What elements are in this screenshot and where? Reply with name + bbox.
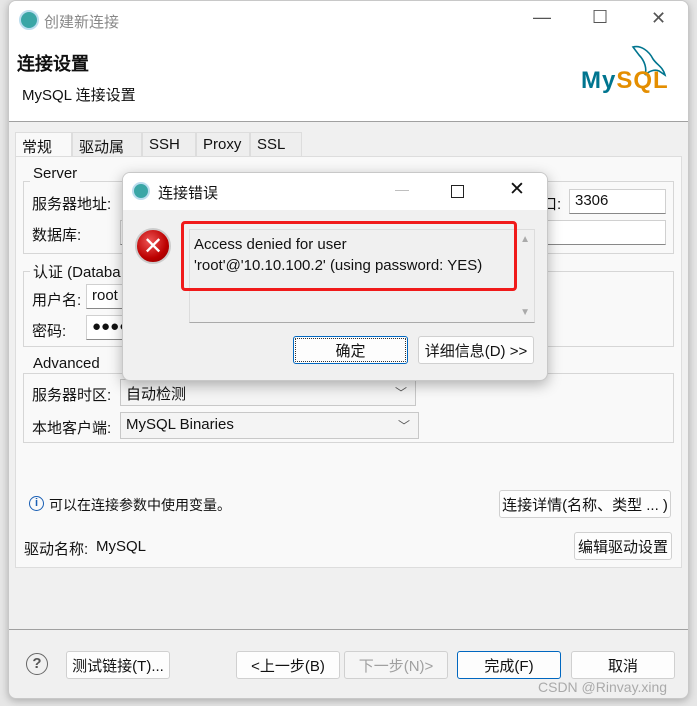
close-button[interactable]: ✕ — [509, 178, 525, 201]
info-icon: i — [29, 496, 44, 511]
page-subtitle: MySQL 连接设置 — [22, 87, 136, 104]
local-client-label: 本地客户端: — [32, 420, 112, 437]
app-icon — [19, 10, 39, 30]
scroll-up-icon[interactable]: ▲ — [520, 234, 530, 245]
scroll-down-icon[interactable]: ▼ — [520, 307, 530, 318]
local-client-select[interactable]: MySQL Binaries ﹀ — [120, 412, 419, 439]
local-client-value: MySQL Binaries — [126, 416, 234, 433]
tab-ssh[interactable]: SSH — [142, 132, 196, 157]
highlight-box — [181, 221, 517, 291]
tab-proxy[interactable]: Proxy — [196, 132, 250, 157]
driver-name-value: MySQL — [96, 538, 147, 555]
maximize-button[interactable] — [451, 185, 464, 198]
title-bar: 创建新连接 — ☐ ✕ — [9, 1, 688, 39]
database-label: 数据库: — [32, 227, 82, 244]
server-group-label: Server — [30, 165, 81, 182]
driver-name-label: 驱动名称: — [24, 541, 89, 558]
tab-ssl[interactable]: SSL — [250, 132, 302, 157]
auth-group-label: 认证 (Databa — [30, 261, 124, 282]
chevron-down-icon: ﹀ — [397, 419, 410, 433]
username-label: 用户名: — [32, 292, 82, 309]
details-button[interactable]: 详细信息(D) >> — [418, 336, 534, 364]
test-connection-button[interactable]: 测试链接(T)... — [66, 651, 170, 679]
chevron-down-icon: ﹀ — [394, 386, 407, 400]
password-label: 密码: — [32, 323, 67, 340]
finish-button[interactable]: 完成(F) — [457, 651, 561, 679]
timezone-value: 自动检测 — [126, 386, 187, 403]
page-title: 连接设置 — [17, 54, 89, 74]
timezone-label: 服务器时区: — [32, 387, 112, 404]
tab-driver-properties[interactable]: 驱动属性 — [72, 132, 142, 177]
next-button[interactable]: 下一步(N)> — [344, 651, 448, 679]
dialog-title-bar: 连接错误 — ✕ — [123, 173, 547, 210]
info-text: 可以在连接参数中使用变量。 — [49, 497, 231, 513]
edit-driver-button[interactable]: 编辑驱动设置 — [574, 532, 672, 560]
port-input[interactable]: 3306 — [569, 189, 666, 214]
minimize-button[interactable]: — — [533, 7, 551, 28]
minimize-button[interactable]: — — [395, 181, 409, 197]
error-icon: ✕ — [135, 228, 171, 264]
dialog-title: 连接错误 — [158, 185, 219, 202]
ok-button[interactable]: 确定 — [293, 336, 408, 364]
mysql-logo: MySQL — [581, 67, 669, 94]
maximize-button[interactable]: ☐ — [592, 7, 608, 28]
connection-error-dialog: 连接错误 — ✕ ✕ Access denied for user 'root'… — [122, 172, 548, 381]
advanced-group-label: Advanced — [30, 355, 103, 372]
footer-divider — [9, 629, 688, 630]
watermark: CSDN @Rinvay.xing — [538, 679, 668, 695]
host-label: 服务器地址: — [32, 196, 112, 213]
connection-details-button[interactable]: 连接详情(名称、类型 ... ) — [499, 490, 671, 518]
help-icon[interactable]: ? — [26, 653, 48, 675]
window-title: 创建新连接 — [44, 14, 120, 31]
timezone-select[interactable]: 自动检测 ﹀ — [120, 379, 416, 406]
cancel-button[interactable]: 取消 — [571, 651, 675, 679]
header: 连接设置 MySQL 连接设置 MySQL — [9, 39, 688, 122]
tab-general[interactable]: 常规 — [15, 132, 72, 158]
app-icon — [132, 182, 150, 200]
close-button[interactable]: ✕ — [651, 8, 666, 29]
back-button[interactable]: <上一步(B) — [236, 651, 340, 679]
